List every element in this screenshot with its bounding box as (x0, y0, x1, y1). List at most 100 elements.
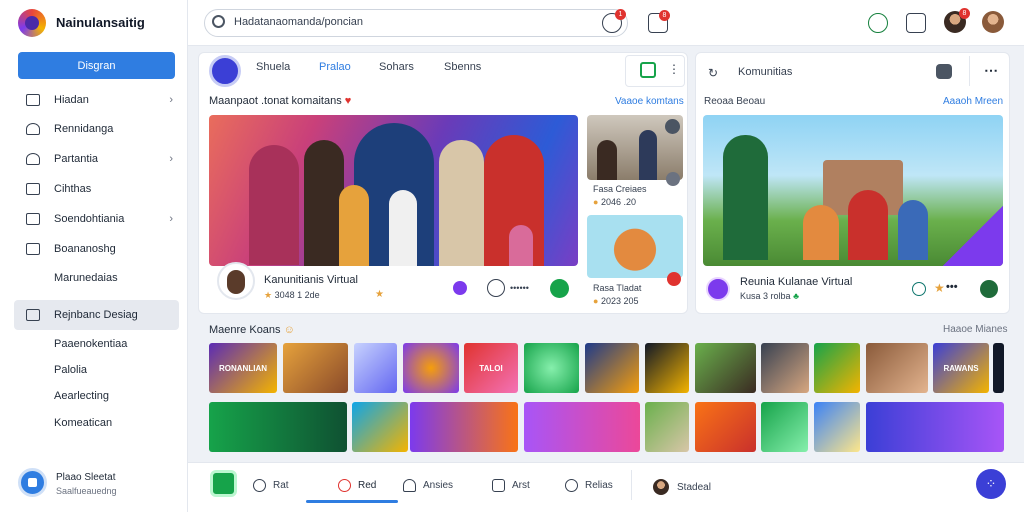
bottom-tab-rat[interactable]: Rat (253, 479, 289, 492)
gallery-tile[interactable] (695, 343, 756, 393)
profile-avatar[interactable] (18, 468, 47, 497)
side-item-title[interactable]: Fasa Creiaes (593, 184, 647, 194)
avatar-badge: 8 (959, 8, 970, 19)
side-item-image[interactable] (587, 215, 683, 278)
gallery-tile[interactable]: RONANLIAN (209, 343, 277, 393)
gallery-tile[interactable] (403, 343, 459, 393)
tab-sohars[interactable]: Sohars (379, 61, 414, 73)
sidebar-item-label: Hiadan (54, 94, 89, 106)
chart-icon (26, 243, 40, 255)
gallery-tile[interactable] (645, 402, 689, 452)
document-icon (492, 479, 505, 492)
section-link[interactable]: Vaaoe komtans (615, 96, 684, 107)
sidebar-item-label: Paaenokentiaa (54, 338, 128, 350)
gallery-tile[interactable] (761, 402, 808, 452)
bookmark-icon[interactable] (640, 62, 656, 78)
featured-author-avatar[interactable] (217, 262, 255, 300)
header-divider (969, 56, 970, 86)
bottom-tab-ansies[interactable]: Ansies (403, 479, 453, 492)
floating-action-button[interactable]: ⁘ (976, 469, 1006, 499)
star-icon[interactable]: ★ (934, 281, 945, 295)
community-post-image[interactable] (703, 115, 1003, 266)
tab-pralao[interactable]: Pralao (319, 61, 351, 73)
gallery-tile[interactable] (524, 343, 579, 393)
sidebar-item-paaenokentiaa[interactable]: Paaenokentiaa (14, 331, 179, 357)
gallery-tile[interactable] (209, 402, 347, 452)
sidebar-item-soendohtiania[interactable]: Soendohtiania › (14, 206, 179, 232)
chat-icon (565, 479, 578, 492)
gallery-tile[interactable] (866, 402, 1004, 452)
message-icon[interactable] (936, 64, 952, 79)
sidebar-item-label: Marunedaias (54, 272, 118, 284)
gallery-tile[interactable] (354, 343, 397, 393)
gallery-tile[interactable] (410, 402, 518, 452)
like-icon[interactable] (550, 279, 569, 298)
bottom-tab-arst[interactable]: Arst (492, 479, 530, 492)
gallery-tile[interactable] (524, 402, 640, 452)
community-section-link[interactable]: Aaaoh Mreen (943, 96, 1003, 107)
more-horizontal-icon[interactable]: ⋯ (984, 62, 998, 79)
sidebar-item-aearlecting[interactable]: Aearlecting (14, 383, 179, 409)
profile-subtitle: Saalfueauedng (56, 486, 117, 496)
gallery-tile[interactable] (283, 343, 348, 393)
sidebar-item-cihthas[interactable]: Cihthas (14, 176, 179, 202)
refresh-icon (253, 479, 266, 492)
gallery-tile[interactable] (814, 402, 860, 452)
app-logo-icon[interactable] (18, 9, 46, 37)
chevron-right-icon: › (169, 153, 173, 165)
tab-shuela[interactable]: Shuela (256, 61, 290, 73)
gallery-link[interactable]: Haaoe Mianes (943, 324, 1007, 335)
gallery-tile[interactable]: RAWANS (933, 343, 989, 393)
side-item-meta: ● 2023 205 (593, 296, 639, 306)
side-item-title[interactable]: Rasa Tladat (593, 283, 641, 293)
featured-title[interactable]: Kanunitianis Virtual (264, 274, 358, 286)
post-title[interactable]: Reunia Kulanae Virtual (740, 276, 852, 288)
sidebar-item-hiadan[interactable]: Hiadan › (14, 87, 179, 113)
gallery-tile[interactable] (352, 402, 408, 452)
sidebar-item-label: Palolia (54, 364, 88, 376)
sidebar-item-palolia[interactable]: Palolia (14, 357, 179, 383)
gallery-tile[interactable] (695, 402, 756, 452)
app-brand-title: Nainulansaitig (56, 15, 145, 30)
gallery-tile[interactable] (585, 343, 639, 393)
gallery-tile[interactable]: TALOI (464, 343, 518, 393)
share-icon[interactable] (912, 282, 926, 296)
sidebar-item-rejnbanc-desiag[interactable]: Rejnbanc Desiag (14, 300, 179, 330)
help-icon[interactable] (868, 13, 888, 33)
tab-sbenns[interactable]: Sbenns (444, 61, 481, 73)
sidebar-item-komeatican[interactable]: Komeatican (14, 410, 179, 436)
gallery-tile[interactable] (866, 343, 928, 393)
profile-name: Plaao Sleetat (56, 472, 116, 483)
bottom-tab-relias[interactable]: Relias (565, 479, 613, 492)
sidebar-item-rennidanga[interactable]: Rennidanga (14, 116, 179, 142)
reaction-count: •••••• (510, 283, 529, 293)
section-title: Maanpaot .tonat komaitans ♥ (209, 95, 352, 107)
primary-nav-button[interactable]: Disgran (18, 52, 175, 79)
reaction-icon[interactable] (453, 281, 467, 295)
home-icon (26, 94, 40, 106)
bottom-app-icon[interactable] (210, 470, 237, 497)
sidebar-item-boananoshg[interactable]: Boananoshg (14, 236, 179, 262)
bottom-tab-stadeal[interactable]: Stadeal (653, 479, 711, 495)
post-author-avatar[interactable] (706, 277, 730, 301)
gallery-tile[interactable] (814, 343, 860, 393)
gallery-tile[interactable] (761, 343, 809, 393)
channel-logo-icon[interactable] (209, 55, 241, 87)
gallery-tile[interactable] (993, 343, 1004, 393)
star-icon: ★ (375, 289, 384, 300)
share-icon[interactable] (906, 13, 926, 33)
bottom-tab-red[interactable]: Red (338, 479, 376, 492)
secondary-avatar[interactable] (982, 11, 1004, 33)
user-icon (26, 153, 40, 165)
more-horizontal-icon[interactable]: ••• (946, 281, 958, 293)
sidebar-item-marunedaias[interactable]: Marunedaias (14, 265, 179, 291)
emoji-icon[interactable] (487, 279, 505, 297)
side-item-menu-icon[interactable] (665, 119, 680, 134)
featured-image[interactable] (209, 115, 578, 266)
sidebar-item-partantia[interactable]: Partantia › (14, 146, 179, 172)
more-vertical-icon[interactable]: ⋮ (668, 62, 680, 76)
refresh-icon[interactable]: ↻ (708, 66, 718, 80)
document-icon (26, 309, 40, 321)
community-badge-icon[interactable] (980, 280, 998, 298)
gallery-tile[interactable] (645, 343, 689, 393)
